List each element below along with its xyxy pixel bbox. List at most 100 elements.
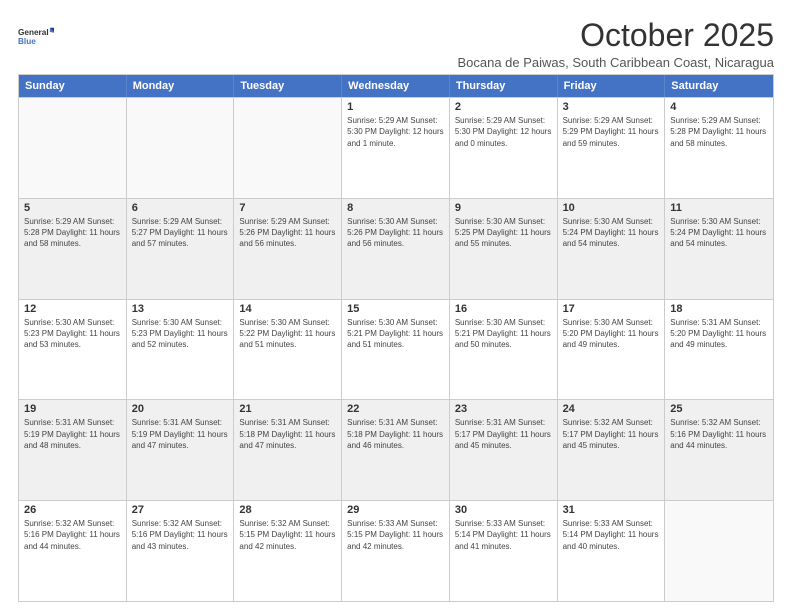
day-info: Sunrise: 5:30 AM Sunset: 5:23 PM Dayligh…: [132, 317, 229, 351]
day-info: Sunrise: 5:31 AM Sunset: 5:18 PM Dayligh…: [239, 417, 336, 451]
day-cell-21: 21Sunrise: 5:31 AM Sunset: 5:18 PM Dayli…: [234, 400, 342, 500]
day-number: 11: [670, 202, 768, 214]
day-number: 7: [239, 202, 336, 214]
day-info: Sunrise: 5:33 AM Sunset: 5:14 PM Dayligh…: [455, 518, 552, 552]
day-info: Sunrise: 5:30 AM Sunset: 5:26 PM Dayligh…: [347, 216, 444, 250]
day-number: 1: [347, 101, 444, 113]
day-info: Sunrise: 5:31 AM Sunset: 5:17 PM Dayligh…: [455, 417, 552, 451]
day-cell-7: 7 Sunrise: 5:29 AM Sunset: 5:26 PM Daylig…: [234, 199, 342, 299]
day-number: 19: [24, 403, 121, 415]
empty-cell: [665, 501, 773, 601]
day-info: Sunrise: 5:29 AM Sunset: 5:28 PM Dayligh…: [670, 115, 768, 149]
day-number: 16: [455, 303, 552, 315]
logo-svg: General Blue: [18, 18, 54, 54]
day-info: Sunrise: 5:30 AM Sunset: 5:25 PM Dayligh…: [455, 216, 552, 250]
day-header-friday: Friday: [558, 75, 666, 97]
month-title: October 2025: [457, 18, 774, 53]
day-cell-25: 25 Sunrise: 5:32 AM Sunset: 5:16 PM Dayli…: [665, 400, 773, 500]
day-info: Sunrise: 5:30 AM Sunset: 5:21 PM Dayligh…: [347, 317, 444, 351]
empty-cell: [234, 98, 342, 198]
day-info: Sunrise: 5:30 AM Sunset: 5:22 PM Dayligh…: [239, 317, 336, 351]
day-header-thursday: Thursday: [450, 75, 558, 97]
day-number: 28: [239, 504, 336, 516]
day-cell-31: 31Sunrise: 5:33 AM Sunset: 5:14 PM Dayli…: [558, 501, 666, 601]
week-row-4: 19 Sunrise: 5:31 AM Sunset: 5:19 PM Dayli…: [19, 399, 773, 500]
day-info: Sunrise: 5:29 AM Sunset: 5:26 PM Dayligh…: [239, 216, 336, 250]
day-number: 4: [670, 101, 768, 113]
day-number: 2: [455, 101, 552, 113]
week-row-3: 12 Sunrise: 5:30 AM Sunset: 5:23 PM Dayli…: [19, 299, 773, 400]
day-info: Sunrise: 5:30 AM Sunset: 5:21 PM Dayligh…: [455, 317, 552, 351]
week-row-1: 1 Sunrise: 5:29 AM Sunset: 5:30 PM Daylig…: [19, 97, 773, 198]
day-number: 24: [563, 403, 660, 415]
week-row-5: 26 Sunrise: 5:32 AM Sunset: 5:16 PM Dayli…: [19, 500, 773, 601]
day-cell-22: 22Sunrise: 5:31 AM Sunset: 5:18 PM Dayli…: [342, 400, 450, 500]
day-info: Sunrise: 5:31 AM Sunset: 5:19 PM Dayligh…: [132, 417, 229, 451]
day-number: 26: [24, 504, 121, 516]
day-number: 10: [563, 202, 660, 214]
day-header-monday: Monday: [127, 75, 235, 97]
day-cell-6: 6 Sunrise: 5:29 AM Sunset: 5:27 PM Daylig…: [127, 199, 235, 299]
day-cell-1: 1Sunrise: 5:29 AM Sunset: 5:30 PM Daylig…: [342, 98, 450, 198]
day-cell-8: 8Sunrise: 5:30 AM Sunset: 5:26 PM Daylig…: [342, 199, 450, 299]
day-cell-24: 24 Sunrise: 5:32 AM Sunset: 5:17 PM Dayli…: [558, 400, 666, 500]
day-cell-12: 12Sunrise: 5:30 AM Sunset: 5:23 PM Dayli…: [19, 300, 127, 400]
day-number: 6: [132, 202, 229, 214]
day-cell-10: 10 Sunrise: 5:30 AM Sunset: 5:24 PM Dayli…: [558, 199, 666, 299]
day-number: 25: [670, 403, 768, 415]
day-cell-5: 5Sunrise: 5:29 AM Sunset: 5:28 PM Daylig…: [19, 199, 127, 299]
day-number: 18: [670, 303, 768, 315]
day-cell-30: 30Sunrise: 5:33 AM Sunset: 5:14 PM Dayli…: [450, 501, 558, 601]
day-info: Sunrise: 5:32 AM Sunset: 5:17 PM Dayligh…: [563, 417, 660, 451]
day-cell-23: 23 Sunrise: 5:31 AM Sunset: 5:17 PM Dayli…: [450, 400, 558, 500]
day-info: Sunrise: 5:32 AM Sunset: 5:16 PM Dayligh…: [132, 518, 229, 552]
day-number: 13: [132, 303, 229, 315]
day-cell-3: 3Sunrise: 5:29 AM Sunset: 5:29 PM Daylig…: [558, 98, 666, 198]
day-header-sunday: Sunday: [19, 75, 127, 97]
week-row-2: 5Sunrise: 5:29 AM Sunset: 5:28 PM Daylig…: [19, 198, 773, 299]
calendar: SundayMondayTuesdayWednesdayThursdayFrid…: [18, 74, 774, 602]
day-info: Sunrise: 5:32 AM Sunset: 5:16 PM Dayligh…: [24, 518, 121, 552]
page: General Blue October 2025 Bocana de Paiw…: [0, 0, 792, 612]
svg-text:Blue: Blue: [18, 37, 36, 46]
day-number: 15: [347, 303, 444, 315]
empty-cell: [19, 98, 127, 198]
day-cell-20: 20Sunrise: 5:31 AM Sunset: 5:19 PM Dayli…: [127, 400, 235, 500]
day-header-tuesday: Tuesday: [234, 75, 342, 97]
day-number: 27: [132, 504, 229, 516]
day-info: Sunrise: 5:33 AM Sunset: 5:15 PM Dayligh…: [347, 518, 444, 552]
svg-text:General: General: [18, 28, 49, 37]
day-cell-16: 16 Sunrise: 5:30 AM Sunset: 5:21 PM Dayli…: [450, 300, 558, 400]
day-info: Sunrise: 5:31 AM Sunset: 5:19 PM Dayligh…: [24, 417, 121, 451]
day-number: 5: [24, 202, 121, 214]
logo: General Blue: [18, 18, 54, 54]
day-cell-9: 9Sunrise: 5:30 AM Sunset: 5:25 PM Daylig…: [450, 199, 558, 299]
day-cell-14: 14 Sunrise: 5:30 AM Sunset: 5:22 PM Dayli…: [234, 300, 342, 400]
day-header-saturday: Saturday: [665, 75, 773, 97]
day-number: 23: [455, 403, 552, 415]
day-number: 29: [347, 504, 444, 516]
day-info: Sunrise: 5:30 AM Sunset: 5:20 PM Dayligh…: [563, 317, 660, 351]
day-cell-28: 28Sunrise: 5:32 AM Sunset: 5:15 PM Dayli…: [234, 501, 342, 601]
title-block: October 2025 Bocana de Paiwas, South Car…: [457, 18, 774, 70]
day-info: Sunrise: 5:29 AM Sunset: 5:30 PM Dayligh…: [455, 115, 552, 149]
day-info: Sunrise: 5:30 AM Sunset: 5:24 PM Dayligh…: [670, 216, 768, 250]
day-cell-4: 4 Sunrise: 5:29 AM Sunset: 5:28 PM Daylig…: [665, 98, 773, 198]
day-info: Sunrise: 5:33 AM Sunset: 5:14 PM Dayligh…: [563, 518, 660, 552]
day-cell-18: 18Sunrise: 5:31 AM Sunset: 5:20 PM Dayli…: [665, 300, 773, 400]
day-header-wednesday: Wednesday: [342, 75, 450, 97]
day-cell-13: 13 Sunrise: 5:30 AM Sunset: 5:23 PM Dayli…: [127, 300, 235, 400]
day-cell-2: 2 Sunrise: 5:29 AM Sunset: 5:30 PM Daylig…: [450, 98, 558, 198]
day-number: 12: [24, 303, 121, 315]
day-info: Sunrise: 5:32 AM Sunset: 5:16 PM Dayligh…: [670, 417, 768, 451]
day-info: Sunrise: 5:29 AM Sunset: 5:27 PM Dayligh…: [132, 216, 229, 250]
header: General Blue October 2025 Bocana de Paiw…: [18, 18, 774, 70]
day-cell-17: 17Sunrise: 5:30 AM Sunset: 5:20 PM Dayli…: [558, 300, 666, 400]
day-info: Sunrise: 5:30 AM Sunset: 5:24 PM Dayligh…: [563, 216, 660, 250]
empty-cell: [127, 98, 235, 198]
day-number: 14: [239, 303, 336, 315]
calendar-body: 1 Sunrise: 5:29 AM Sunset: 5:30 PM Daylig…: [19, 97, 773, 601]
day-info: Sunrise: 5:31 AM Sunset: 5:18 PM Dayligh…: [347, 417, 444, 451]
day-cell-11: 11 Sunrise: 5:30 AM Sunset: 5:24 PM Dayli…: [665, 199, 773, 299]
subtitle: Bocana de Paiwas, South Caribbean Coast,…: [457, 55, 774, 70]
